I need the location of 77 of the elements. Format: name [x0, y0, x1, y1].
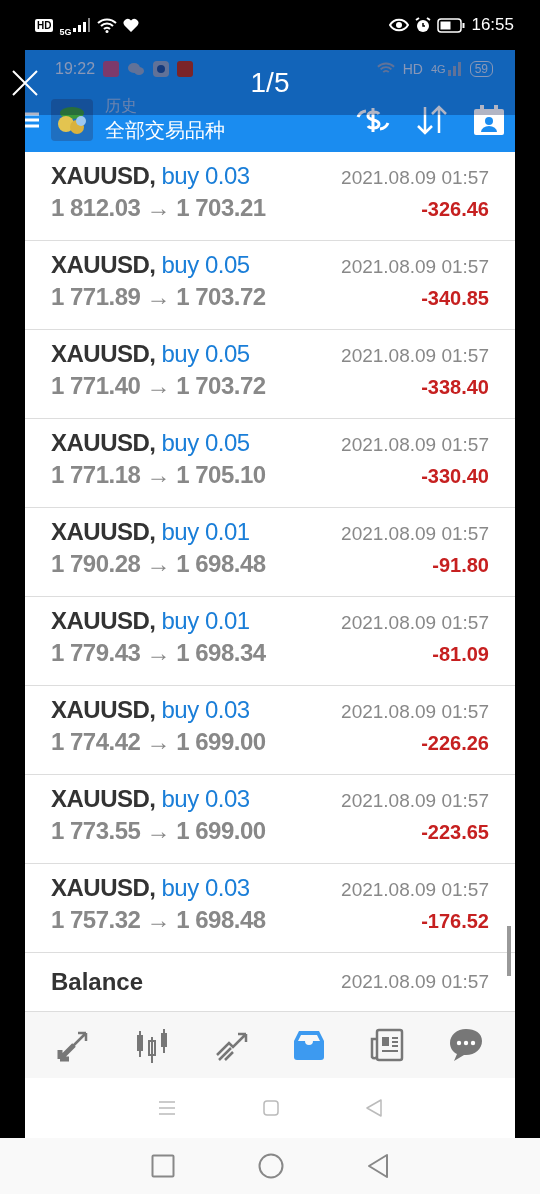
- trade-symbol: XAUUSD,: [51, 696, 156, 724]
- heart-icon: [123, 18, 140, 32]
- symbol-filter[interactable]: 全部交易品种: [105, 117, 331, 144]
- trade-time: 2021.08.09 01:57: [341, 701, 489, 723]
- trade-order: buy 0.03: [161, 785, 250, 813]
- trade-time: 2021.08.09 01:57: [341, 790, 489, 812]
- hd-badge: HD: [35, 18, 54, 32]
- trade-prices: 1 774.42 → 1 699.00: [51, 728, 266, 756]
- trade-time: 2021.08.09 01:57: [341, 167, 489, 189]
- trade-profit: -81.09: [432, 643, 489, 666]
- wifi-icon: [97, 17, 118, 33]
- trade-symbol: XAUUSD,: [51, 607, 156, 635]
- signal-icon: [447, 62, 462, 76]
- trade-symbol: XAUUSD,: [51, 429, 156, 457]
- trade-prices: 1 790.28 → 1 698.48: [51, 550, 266, 578]
- trade-order: buy 0.01: [161, 518, 250, 546]
- trade-profit: -338.40: [421, 376, 489, 399]
- trade-time: 2021.08.09 01:57: [341, 879, 489, 901]
- trade-symbol: XAUUSD,: [51, 340, 156, 368]
- trade-profit: -226.26: [421, 732, 489, 755]
- trade-prices: 1 771.40 → 1 703.72: [51, 372, 266, 400]
- hd-label: HD: [402, 61, 423, 77]
- trade-prices: 1 779.43 → 1 698.34: [51, 639, 266, 667]
- trade-prices: 1 773.55 → 1 699.00: [51, 817, 266, 845]
- coins-logo-icon: [51, 99, 93, 141]
- trade-time: 2021.08.09 01:57: [341, 523, 489, 545]
- trade-order: buy 0.03: [161, 874, 250, 902]
- trade-symbol: XAUUSD,: [51, 785, 156, 813]
- trade-prices: 1 771.89 → 1 703.72: [51, 283, 266, 311]
- trade-time: 2021.08.09 01:57: [341, 345, 489, 367]
- trade-time: 2021.08.09 01:57: [341, 612, 489, 634]
- trade-time: 2021.08.09 01:57: [341, 256, 489, 278]
- clock-time: 16:55: [471, 15, 514, 35]
- trade-symbol: XAUUSD,: [51, 874, 156, 902]
- calendar-icon[interactable]: [473, 104, 505, 136]
- battery-level: 59: [469, 61, 493, 77]
- trade-order: buy 0.01: [161, 607, 250, 635]
- sort-icon[interactable]: [415, 105, 449, 135]
- page-counter: 1/5: [250, 67, 290, 99]
- trade-profit: -91.80: [432, 554, 489, 577]
- trade-order: buy 0.03: [161, 696, 250, 724]
- record-icon: [153, 61, 170, 77]
- app-clock-time: 19:22: [55, 60, 96, 78]
- currency-exchange-icon[interactable]: [355, 105, 391, 135]
- app-notification-icon: [177, 61, 194, 77]
- trade-symbol: XAUUSD,: [51, 162, 156, 190]
- close-icon[interactable]: [12, 69, 38, 96]
- network-label: 4G: [430, 63, 446, 75]
- trade-time: 2021.08.09 01:57: [341, 434, 489, 456]
- balance-label: Balance: [51, 968, 144, 996]
- back-icon[interactable]: [366, 1153, 389, 1179]
- chat-bubbles-icon: [127, 62, 146, 76]
- trade-profit: -223.65: [421, 821, 489, 844]
- home-icon[interactable]: [258, 1153, 284, 1179]
- trade-profit: -330.40: [421, 465, 489, 488]
- trade-symbol: XAUUSD,: [51, 518, 156, 546]
- trade-order: buy 0.03: [161, 162, 250, 190]
- eye-icon: [389, 18, 410, 32]
- network-label: 5G: [59, 27, 72, 37]
- trade-profit: -326.46: [421, 198, 489, 221]
- trade-order: buy 0.05: [161, 340, 250, 368]
- trade-prices: 1 812.03 → 1 703.21: [51, 194, 266, 222]
- app-notification-icon: [103, 61, 120, 77]
- trade-order: buy 0.05: [161, 429, 250, 457]
- trade-order: buy 0.05: [161, 251, 250, 279]
- balance-time: 2021.08.09 01:57: [341, 971, 489, 993]
- scrollbar: [507, 926, 511, 976]
- trade-profit: -340.85: [421, 287, 489, 310]
- trade-symbol: XAUUSD,: [51, 251, 156, 279]
- screen-title: 历史: [105, 96, 138, 116]
- alarm-icon: [415, 17, 432, 33]
- trade-prices: 1 771.18 → 1 705.10: [51, 461, 266, 489]
- trade-prices: 1 757.32 → 1 698.48: [51, 906, 266, 934]
- recent-apps-icon[interactable]: [151, 1154, 176, 1178]
- battery-icon: [437, 17, 466, 33]
- trade-profit: -176.52: [421, 910, 489, 933]
- signal-icon: [73, 18, 92, 32]
